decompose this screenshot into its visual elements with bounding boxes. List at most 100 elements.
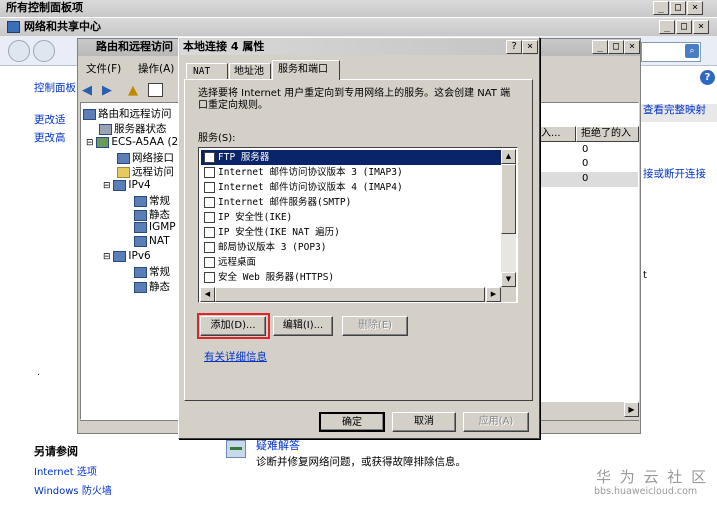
cell-value: 0 (582, 173, 589, 184)
right-letter: t (643, 270, 647, 281)
tree-item-network-interfaces[interactable]: 网络接口 (117, 150, 174, 165)
outer-minimize-button[interactable]: _ (653, 1, 669, 15)
service-item[interactable]: Internet 邮件访问协议版本 3 (IMAP3) (201, 165, 501, 180)
service-checkbox[interactable] (204, 167, 215, 178)
dot-mark: . (37, 368, 40, 378)
list-row-selected[interactable] (539, 172, 638, 187)
service-checkbox[interactable] (204, 242, 215, 253)
service-item[interactable]: IP 安全性(IKE NAT 遍历) (201, 225, 501, 240)
left-link-adapter[interactable]: 更改适 (34, 112, 66, 127)
help-icon[interactable]: ? (700, 70, 715, 85)
network-maximize-button[interactable]: □ (676, 20, 692, 34)
rras-menu-action[interactable]: 操作(A) (138, 61, 174, 76)
network-window-icon (7, 21, 20, 33)
tab-address-pool[interactable]: 地址池 (229, 63, 271, 80)
cancel-button[interactable]: 取消 (392, 412, 456, 432)
column-header-rejected[interactable]: 拒绝了的入 (576, 126, 639, 142)
network-minimize-button[interactable]: _ (659, 20, 675, 34)
dialog-close-button[interactable]: × (522, 40, 538, 54)
services-list-inner: FTP 服务器 Internet 邮件访问协议版本 3 (IMAP3) Inte… (201, 150, 501, 285)
dialog-titlebar: 本地连接 4 属性 (180, 39, 538, 55)
network-icon (134, 195, 147, 207)
tree-item-ipv4-general[interactable]: 常规 (134, 193, 170, 208)
troubleshoot-description: 诊断并修复网络问题，或获得故障排除信息。 (256, 456, 466, 468)
hscroll-left-button[interactable]: ◀ (200, 287, 215, 302)
toolbar-forward-icon[interactable]: ▶ (102, 83, 112, 98)
toolbar-back-icon[interactable]: ◀ (82, 83, 92, 98)
service-checkbox[interactable] (204, 182, 215, 193)
toolbar-up-icon[interactable]: ▲ (128, 83, 138, 98)
back-button[interactable] (8, 40, 30, 62)
network-icon (113, 179, 127, 191)
see-also-title: 另请参阅 (34, 445, 78, 458)
service-item[interactable]: Internet 邮件服务器(SMTP) (201, 195, 501, 210)
see-also-internet-options[interactable]: Internet 选项 (34, 463, 97, 478)
service-item[interactable]: Internet 邮件访问协议版本 4 (IMAP4) (201, 180, 501, 195)
tab-nat[interactable]: NAT (186, 63, 228, 80)
dialog-title: 本地连接 4 属性 (183, 40, 265, 53)
network-close-button[interactable]: × (693, 20, 709, 34)
left-link-advanced[interactable]: 更改高 (34, 130, 66, 145)
tree-item-remote-access[interactable]: 远程访问 (117, 164, 174, 179)
hscroll-right-button[interactable]: ▶ (486, 287, 501, 302)
rras-hscroll-right[interactable]: ▶ (624, 402, 639, 417)
forward-button[interactable] (33, 40, 55, 62)
rras-minimize-button[interactable]: _ (592, 40, 608, 54)
service-checkbox[interactable] (204, 227, 215, 238)
control-panel-home-link[interactable]: 控制面板 (34, 80, 76, 95)
tree-item-nat[interactable]: NAT (134, 235, 170, 247)
tree-item-server[interactable]: ⊟ ECS-A5AA (2 (86, 136, 178, 148)
watermark-url: bbs.huaweicloud.com (594, 486, 698, 497)
service-checkbox[interactable] (204, 212, 215, 223)
ok-button[interactable]: 确定 (319, 412, 385, 432)
rras-menu-file[interactable]: 文件(F) (86, 61, 121, 76)
service-checkbox[interactable] (204, 257, 215, 268)
vscroll-up-button[interactable]: ▲ (501, 149, 516, 164)
troubleshoot-link[interactable]: 疑难解答 (256, 437, 300, 453)
tab-services-ports[interactable]: 服务和端口 (272, 60, 340, 80)
vscroll-down-button[interactable]: ▼ (501, 272, 516, 287)
tree-item-ipv6[interactable]: ⊟ IPv6 (103, 250, 151, 262)
tree-item-rras-root[interactable]: 路由和远程访问 (83, 106, 172, 121)
tree-item-igmp[interactable]: IGMP (134, 221, 176, 233)
edit-service-button[interactable]: 编辑(I)... (273, 316, 333, 336)
search-icon[interactable]: ⌕ (685, 44, 699, 58)
service-item[interactable]: IP 安全性(IKE) (201, 210, 501, 225)
add-button-highlight (197, 313, 270, 339)
tree-item-ipv4-static[interactable]: 静态 (134, 207, 170, 222)
service-item[interactable]: FTP 服务器 (201, 150, 501, 165)
service-checkbox[interactable] (204, 152, 215, 163)
tree-item-ipv6-static[interactable]: 静态 (134, 279, 170, 294)
service-item[interactable]: 邮局协议版本 3 (POP3) (201, 240, 501, 255)
more-info-link[interactable]: 有关详细信息 (204, 349, 267, 364)
connect-disconnect-link[interactable]: 接或断开连接 (643, 166, 706, 181)
service-checkbox[interactable] (204, 272, 215, 283)
network-icon (134, 221, 147, 233)
tree-item-ipv4[interactable]: ⊟ IPv4 (103, 179, 151, 191)
toolbar-view-icon[interactable] (148, 83, 163, 97)
dialog-description: 选择要将 Internet 用户重定向到专用网络上的服务。这会创建 NAT 端口… (198, 88, 511, 111)
service-checkbox[interactable] (204, 197, 215, 208)
rras-close-button[interactable]: × (624, 40, 640, 54)
vscroll-thumb[interactable] (501, 164, 516, 234)
outer-maximize-button[interactable]: □ (670, 1, 686, 15)
tree-item-server-status[interactable]: 服务器状态 (99, 121, 167, 136)
server-icon (83, 108, 96, 120)
view-full-map-link[interactable]: 查看完整映射 (643, 102, 706, 117)
column-header-in[interactable]: 入... (538, 126, 576, 142)
outer-close-button[interactable]: × (687, 1, 703, 15)
watermark-title: 华 为 云 社 区 (596, 468, 709, 486)
services-list[interactable]: FTP 服务器 Internet 邮件访问协议版本 3 (IMAP3) Inte… (198, 147, 518, 303)
services-label: 服务(S): (198, 133, 236, 144)
rras-maximize-button[interactable]: □ (608, 40, 624, 54)
tree-item-ipv6-general[interactable]: 常规 (134, 264, 170, 279)
apply-button[interactable]: 应用(A) (463, 412, 529, 432)
see-also-windows-firewall[interactable]: Windows 防火墙 (34, 482, 112, 497)
hscroll-thumb[interactable] (215, 287, 485, 302)
network-icon (134, 266, 147, 278)
network-window-titlebar: 网络和共享中心 (0, 18, 717, 36)
service-item[interactable]: 安全 Web 服务器(HTTPS) (201, 270, 501, 285)
delete-service-button[interactable]: 删除(E) (342, 316, 408, 336)
service-item[interactable]: 远程桌面 (201, 255, 501, 270)
dialog-help-button[interactable]: ? (506, 40, 522, 54)
